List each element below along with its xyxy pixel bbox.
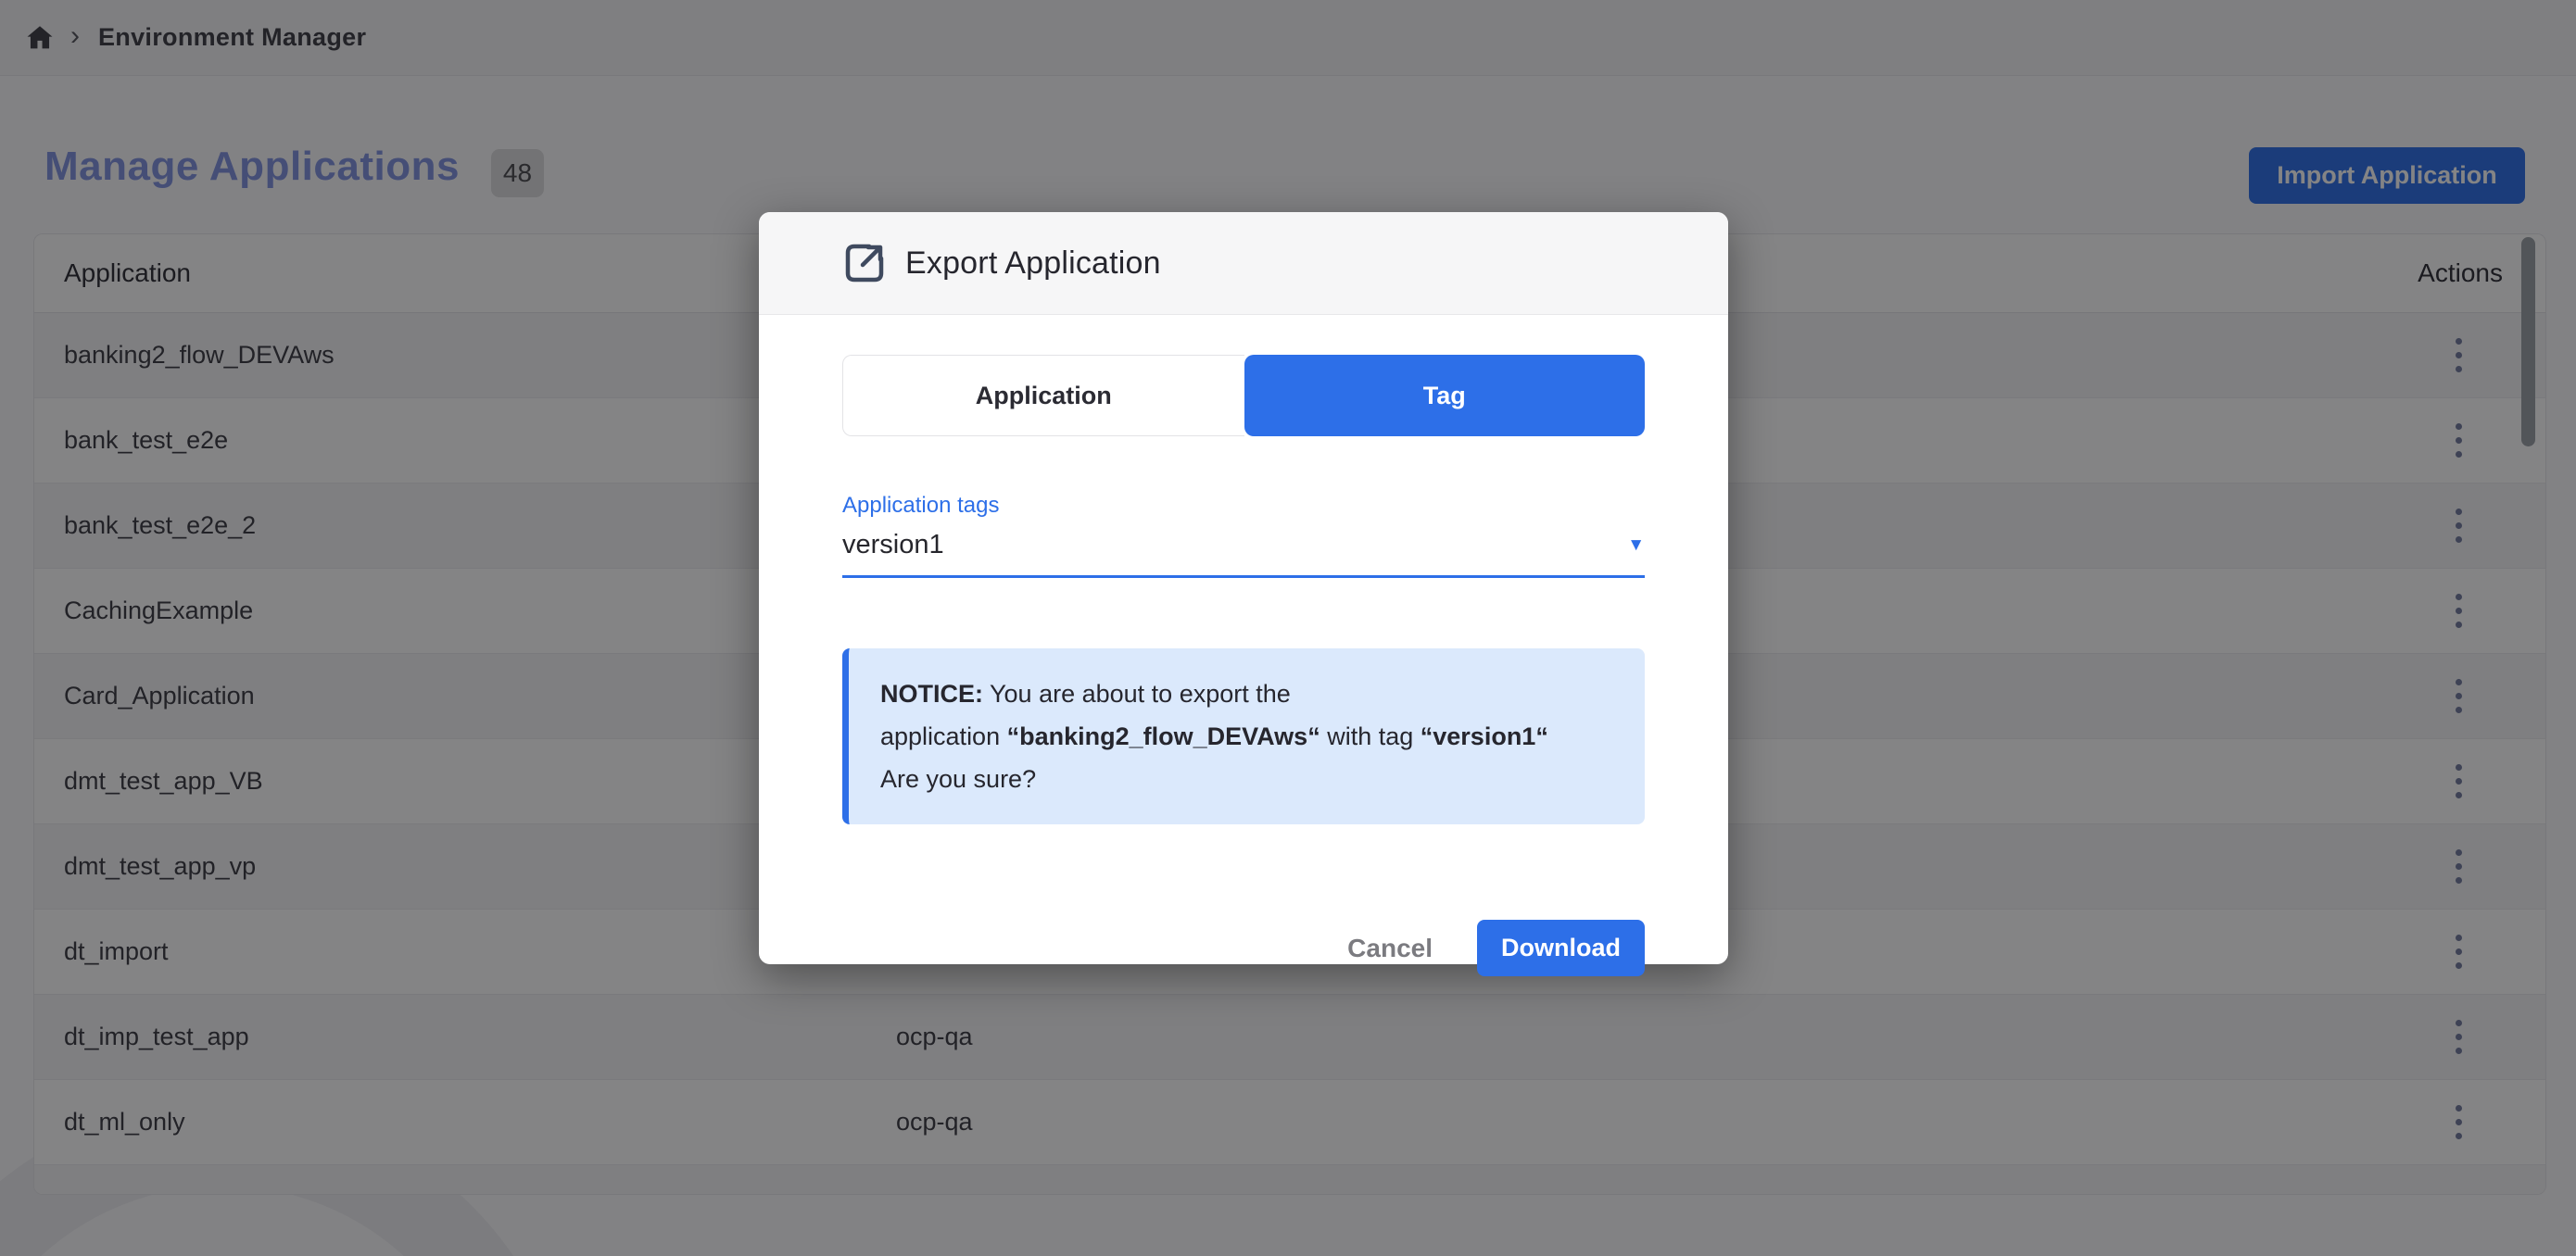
export-mode-tabs: Application Tag — [842, 355, 1645, 436]
tab-tag[interactable]: Tag — [1244, 355, 1646, 436]
notice-text-segment: Are you sure? — [880, 765, 1036, 793]
selected-tag-value: version1 — [842, 530, 944, 560]
notice-text-segment: You are about to export the — [983, 680, 1291, 708]
modal-footer: Cancel Download — [1347, 920, 1645, 976]
notice-text-segment: application — [880, 722, 1007, 750]
notice-text-segment: with tag — [1320, 722, 1421, 750]
application-tags-label: Application tags — [842, 493, 1645, 519]
notice-text-segment: NOTICE: — [880, 680, 983, 708]
modal-title: Export Application — [905, 245, 1161, 282]
tab-application[interactable]: Application — [842, 355, 1244, 436]
modal-body: Application Tag Application tags version… — [759, 355, 1728, 1004]
dropdown-caret-icon[interactable]: ▼ — [1627, 535, 1645, 556]
notice-line: application “banking2_flow_DEVAws“ with … — [880, 715, 1613, 758]
notice-line: Are you sure? — [880, 758, 1613, 800]
notice-line: NOTICE: You are about to export the — [880, 672, 1613, 715]
notice-text-segment: “banking2_flow_DEVAws“ — [1007, 722, 1320, 750]
export-application-modal: Export Application Application Tag Appli… — [759, 212, 1728, 964]
download-button[interactable]: Download — [1477, 920, 1645, 976]
application-tags-select[interactable]: Application tags version1 ▼ — [842, 493, 1645, 578]
export-icon — [840, 239, 889, 287]
notice-box: NOTICE: You are about to export the appl… — [842, 648, 1645, 824]
modal-header: Export Application — [759, 212, 1728, 315]
cancel-button[interactable]: Cancel — [1347, 934, 1433, 963]
notice-text-segment: “version1“ — [1421, 722, 1548, 750]
